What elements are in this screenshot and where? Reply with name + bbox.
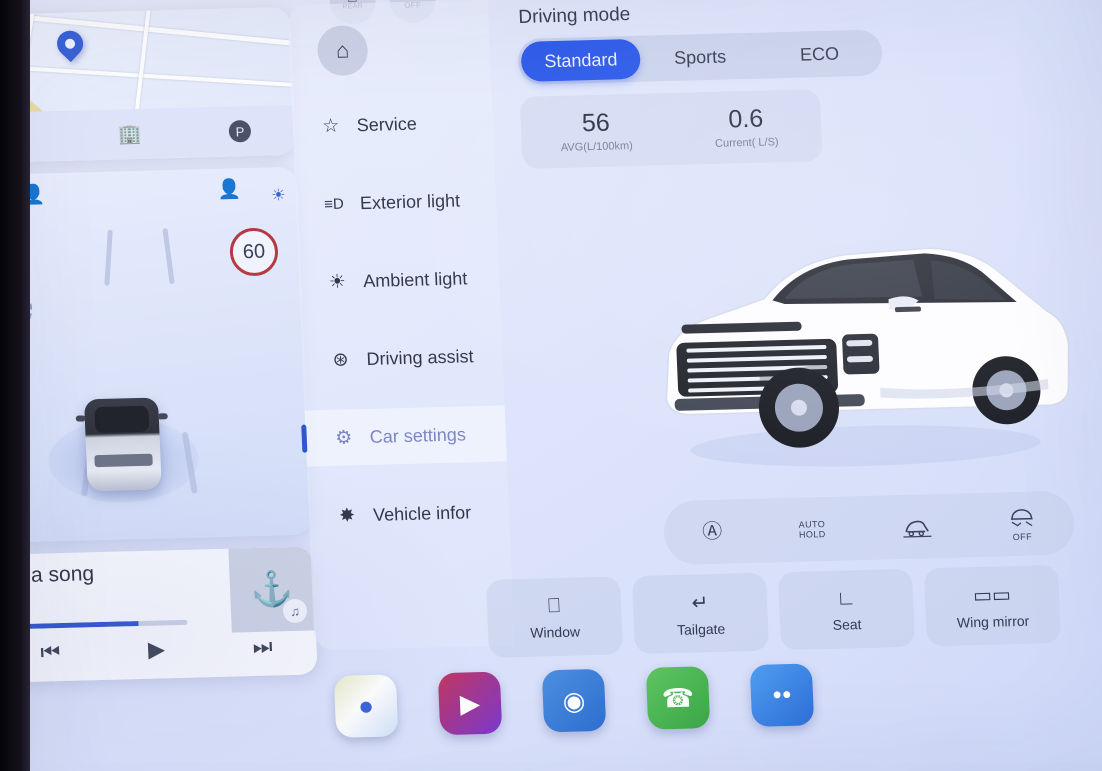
consumption-stats: 56 AVG(L/100km) 0.6 Current( L/S) — [519, 89, 823, 169]
camera-360-icon: ◉ — [562, 684, 586, 716]
screen-bezel-left — [0, 0, 30, 771]
seat-icon: ∟ — [835, 586, 857, 610]
dock-app-phone[interactable]: ☎ — [645, 666, 711, 730]
play-button[interactable]: ▶ — [148, 636, 166, 662]
dock-app-camera[interactable]: ◉ — [541, 668, 607, 733]
vehicle-render — [640, 193, 1082, 484]
hill-descent-icon — [903, 520, 932, 538]
sidebar-item-driving-assist[interactable]: ⊛ Driving assist — [301, 327, 503, 388]
stat-value: 0.6 — [727, 104, 764, 134]
auto-hold-button[interactable]: AUTO HOLD — [798, 519, 825, 540]
sidebar-item-label: Ambient light — [362, 267, 468, 291]
stat-avg-consumption: 56 AVG(L/100km) — [520, 93, 673, 169]
music-transport-controls: ⏮ ▶ ⏭ — [0, 622, 317, 676]
sidebar-item-label: Car settings — [369, 423, 467, 447]
speed-limit-value: 60 — [242, 240, 266, 263]
screenshot-root: ▤ REAR ✕ OFF ⚘ ⎕ ⑂ — [0, 0, 1102, 771]
map-shortcuts: ⌂ 🏢 P — [0, 104, 296, 164]
mode-sports[interactable]: Sports — [640, 36, 761, 79]
dock-app-media[interactable]: ▶ — [437, 671, 503, 736]
own-vehicle-3d-model — [45, 374, 201, 508]
map-shortcut-office[interactable]: 🏢 — [117, 122, 142, 147]
speed-limit-sign: 60 — [228, 227, 279, 277]
car-window-icon: ⎕ — [547, 594, 561, 617]
app-dock: ⦁ ▶ ◉ ☎ ●● — [326, 655, 1102, 756]
stat-label: AVG(L/100km) — [560, 139, 634, 154]
mode-eco[interactable]: ECO — [759, 33, 880, 76]
sun-icon: ☀ — [328, 271, 347, 293]
sidebar-item-label: Vehicle infor — [372, 501, 472, 525]
assist-functions-bar: Ⓐ AUTO HOLD OFF — [662, 490, 1076, 566]
esc-off-icon — [1010, 508, 1033, 527]
next-track-button[interactable]: ⏭ — [252, 634, 273, 660]
sidebar-item-label: Driving assist — [366, 345, 474, 369]
wheel-icon: ✸ — [338, 504, 356, 527]
dock-app-maps[interactable]: ⦁ — [333, 674, 399, 738]
headlight-icon: ≡D — [323, 195, 345, 213]
sidebar-item-exterior-light[interactable]: ≡D Exterior light — [295, 172, 497, 233]
auto-start-stop-button[interactable]: Ⓐ — [702, 520, 723, 544]
star-icon: ☆ — [321, 115, 340, 137]
map-widget[interactable]: ⌂ 🏢 P — [0, 6, 296, 164]
auto-hold-label-line2: HOLD — [798, 529, 826, 540]
tile-tailgate[interactable]: ↵ Tailgate — [631, 572, 770, 655]
map-canvas[interactable] — [0, 6, 294, 114]
tile-label: Seat — [832, 615, 862, 633]
stat-current-consumption: 0.6 Current( L/S) — [670, 89, 823, 165]
map-location-pin — [51, 25, 89, 63]
tailgate-icon: ↵ — [691, 591, 709, 615]
esc-off-button[interactable]: OFF — [1007, 505, 1037, 542]
quick-control-tiles: ⎕ Window ↵ Tailgate ∟ Seat ▭▭ Wing mirro… — [485, 564, 1102, 658]
tile-label: Wing mirror — [956, 612, 1030, 631]
messages-icon: ●● — [771, 685, 792, 704]
stat-value: 56 — [581, 108, 611, 138]
map-shortcut-parking[interactable]: P — [228, 119, 252, 143]
mode-standard[interactable]: Standard — [520, 38, 642, 82]
steering-wheel-icon: ⊛ — [332, 348, 349, 371]
infotainment-screen: ▤ REAR ✕ OFF ⚘ ⎕ ⑂ — [0, 0, 1102, 771]
phone-icon: ☎ — [661, 682, 695, 713]
dock-app-messages[interactable]: ●● — [749, 663, 815, 727]
music-note-icon: ♫ — [282, 598, 308, 624]
gear-icon: ⚙ — [334, 426, 353, 449]
auto-start-stop-icon: Ⓐ — [701, 520, 724, 543]
sidebar-item-vehicle-infor[interactable]: ✸ Vehicle infor — [308, 483, 510, 544]
stat-label: Current( L/S) — [714, 136, 779, 150]
usb-icon[interactable]: ⚓ ♫ — [228, 546, 316, 633]
left-widget-column: ⌂ 🏢 P 👤 👤 👤 ☀ 80 km/h — [0, 6, 318, 683]
sidebar-item-ambient-light[interactable]: ☀ Ambient light — [298, 250, 500, 311]
auto-hold-label-line1: AUTO — [798, 518, 826, 530]
seatbelt-warning-icon-3: 👤 — [217, 179, 242, 201]
tile-seat[interactable]: ∟ Seat — [777, 568, 916, 651]
sidebar-item-label: Service — [356, 113, 418, 135]
car-body — [75, 397, 168, 492]
auto-headlight-icon: ☀ — [270, 187, 286, 205]
settings-sidebar: ⌂ ☆ Service ≡D Exterior light ☀ Ambient … — [287, 0, 515, 651]
tile-label: Window — [529, 622, 581, 641]
esc-off-label: OFF — [1012, 531, 1033, 542]
wing-mirror-icon: ▭▭ — [972, 583, 1012, 607]
music-player-widget[interactable]: ve you a song Chou ⚓ ♫ ⏮ ▶ ⏭ — [0, 546, 318, 683]
sidebar-item-service[interactable]: ☆ Service — [292, 94, 494, 155]
driving-mode-label: Driving mode — [517, 4, 631, 28]
tile-label: Tailgate — [676, 620, 726, 638]
tile-wing-mirror[interactable]: ▭▭ Wing mirror — [923, 564, 1062, 647]
home-icon[interactable]: ⌂ — [316, 24, 369, 77]
previous-track-button[interactable]: ⏮ — [40, 639, 61, 665]
driving-visualization[interactable]: 👤 👤 👤 ☀ 80 km/h 60 — [0, 166, 312, 543]
hill-descent-button[interactable] — [901, 514, 932, 539]
map-pin-icon: ⦁ — [358, 689, 374, 721]
sidebar-item-label: Exterior light — [359, 190, 461, 213]
media-play-icon: ▶ — [459, 687, 481, 719]
car-settings-panel: Driving mode Standard Sports ECO 56 AVG(… — [485, 0, 1102, 658]
suv-illustration — [665, 247, 1070, 467]
tile-window[interactable]: ⎕ Window — [485, 576, 624, 658]
sidebar-item-car-settings[interactable]: ⚙ Car settings — [304, 405, 507, 467]
driving-mode-selector: Standard Sports ECO — [517, 29, 884, 85]
